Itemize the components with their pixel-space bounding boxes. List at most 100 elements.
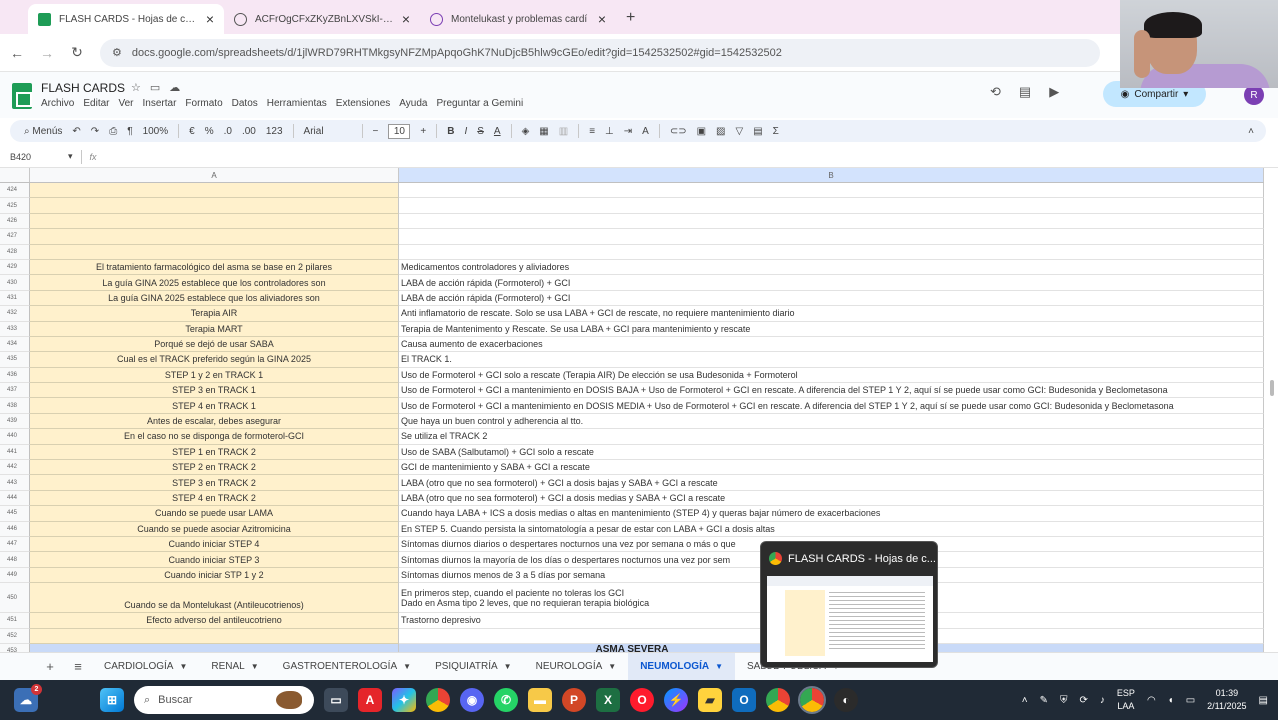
row-number[interactable]: 431 [0,290,30,307]
row-number[interactable]: 447 [0,536,30,553]
menu-item[interactable]: Herramientas [267,98,327,109]
cell-a[interactable]: Cuando iniciar STP 1 y 2 [30,567,399,584]
battery-icon[interactable]: ▭ [1186,695,1195,706]
cell-a[interactable]: Antes de escalar, debes asegurar [30,413,399,430]
row-number[interactable]: 444 [0,490,30,507]
weather-widget-icon[interactable]: ☁ 2 [14,684,42,712]
number-format-button[interactable]: 123 [266,126,283,137]
row-number[interactable]: 448 [0,552,30,568]
row-number[interactable]: 429 [0,259,30,276]
menu-item[interactable]: Preguntar a Gemini [436,98,523,109]
all-sheets-icon[interactable]: ≡ [64,659,92,674]
caret-down-icon[interactable]: ▼ [504,662,512,671]
vertical-align-icon[interactable]: ⊥ [605,126,614,137]
row-number[interactable]: 450 [0,583,30,614]
menu-item[interactable]: Editar [83,98,109,109]
fill-color-icon[interactable]: ◈ [522,126,530,137]
task-view-icon[interactable]: ▭ [324,688,348,712]
chrome-active-icon[interactable] [798,686,826,714]
powerpoint-icon[interactable]: P [562,688,586,712]
column-header-b[interactable]: B [399,168,1264,182]
search-menus[interactable]: ⌕ Menús [24,126,62,137]
cell-a[interactable]: Cuando iniciar STEP 4 [30,536,399,553]
cell-b[interactable]: Se utiliza el TRACK 2 [399,429,1264,445]
cell-b[interactable]: Uso de Formoterol + GCI a mantenimiento … [399,383,1264,399]
row-number[interactable]: 439 [0,413,30,430]
cell-a[interactable] [30,244,399,260]
cell-a[interactable]: En el caso no se disponga de formoterol-… [30,429,399,445]
cell-b[interactable]: Cuando haya LABA + ICS a dosis medias o … [399,506,1264,522]
print-icon[interactable]: ⎙ [109,126,117,137]
add-sheet-icon[interactable]: + [36,659,64,674]
decrease-decimal-button[interactable]: .0 [224,126,232,137]
row-number[interactable]: 436 [0,367,30,384]
pen-icon[interactable]: ✎ [1040,695,1048,706]
url-field[interactable]: ⚙ docs.google.com/spreadsheets/d/1jlWRD7… [100,38,1100,67]
text-color-icon[interactable]: A [494,126,501,137]
cell-b[interactable] [399,244,1264,260]
meet-icon[interactable]: ▶ [1049,84,1059,100]
insert-chart-icon[interactable]: ▨ [716,126,725,137]
clock[interactable]: 01:39 2/11/2025 [1207,687,1246,713]
menu-item[interactable]: Insertar [143,98,177,109]
sheet-tab[interactable]: CARDIOLOGÍA ▼ [92,653,199,681]
outlook-icon[interactable]: O [732,688,756,712]
close-tab-icon[interactable]: × [598,11,606,27]
formula-input[interactable] [97,150,1278,164]
github-icon[interactable]: ◐ [834,688,858,712]
taskbar-search[interactable]: ⌕ Buscar [134,686,314,714]
cell-b[interactable]: LABA (otro que no sea formoterol) + GCI … [399,475,1264,491]
chrome-profile-icon[interactable] [766,688,790,712]
row-number[interactable]: 449 [0,567,30,584]
cell-b[interactable] [399,213,1264,230]
vertical-scrollbar[interactable] [1266,168,1278,652]
caret-down-icon[interactable]: ▼ [715,662,723,671]
row-number[interactable]: 425 [0,198,30,214]
history-icon[interactable]: ⟲ [990,84,1001,100]
cell-a[interactable]: El tratamiento farmacológico del asma se… [30,259,399,276]
cell-a[interactable]: Efecto adverso del antileucotrieno [30,613,399,629]
sheet-tab[interactable]: NEUROLOGÍA ▼ [524,653,629,681]
row-number[interactable]: 438 [0,398,30,414]
cell-a[interactable]: Terapia AIR [30,306,399,322]
row-number[interactable]: 446 [0,521,30,537]
filter-views-icon[interactable]: ▤ [753,126,762,137]
row-number[interactable]: 452 [0,628,30,644]
menu-item[interactable]: Ayuda [399,98,427,109]
browser-tab-1[interactable]: ACFrOgCFxZKyZBnLXVSkI-Z6y- × [224,4,420,34]
cell-b[interactable] [399,183,1264,199]
discord-icon[interactable]: ◉ [460,688,484,712]
undo-icon[interactable]: ↶ [72,126,80,137]
caret-down-icon[interactable]: ▼ [403,662,411,671]
row-number[interactable]: 437 [0,383,30,399]
cell-a[interactable]: STEP 4 en TRACK 1 [30,398,399,414]
cell-a[interactable] [30,198,399,214]
font-size-increase-icon[interactable]: + [420,126,426,137]
insert-comment-icon[interactable]: ▣ [697,126,706,137]
collapse-toolbar-icon[interactable]: ˄ [1248,126,1254,137]
filter-icon[interactable]: ▽ [736,126,744,137]
cell-b[interactable]: Uso de Formoterol + GCI a mantenimiento … [399,398,1264,414]
menu-item[interactable]: Extensiones [336,98,390,109]
excel-icon[interactable]: X [596,688,620,712]
select-all-corner[interactable] [0,168,30,182]
sheets-logo-icon[interactable] [12,83,32,109]
reload-icon[interactable]: ↻ [70,44,84,61]
menu-item[interactable]: Ver [118,98,133,109]
cell-b[interactable]: LABA de acción rápida (Formoterol) + GCI [399,290,1264,307]
opera-icon[interactable]: O [630,688,654,712]
row-number[interactable]: 441 [0,444,30,461]
chevron-up-icon[interactable]: ˄ [1022,695,1028,706]
menu-item[interactable]: Formato [185,98,222,109]
cell-a[interactable]: STEP 1 y 2 en TRACK 1 [30,367,399,384]
close-tab-icon[interactable]: × [402,11,410,27]
cell-b[interactable]: Anti inflamatorio de rescate. Solo se us… [399,306,1264,322]
zoom-select[interactable]: 100% [143,126,169,137]
close-tab-icon[interactable]: × [206,11,214,27]
name-box[interactable]: B420 [0,152,68,162]
caret-down-icon[interactable]: ▼ [251,662,259,671]
comments-icon[interactable]: ▤ [1019,84,1031,100]
row-number[interactable]: 428 [0,244,30,260]
horizontal-align-icon[interactable]: ≡ [589,126,595,137]
notifications-icon[interactable]: ▤ [1259,695,1268,706]
